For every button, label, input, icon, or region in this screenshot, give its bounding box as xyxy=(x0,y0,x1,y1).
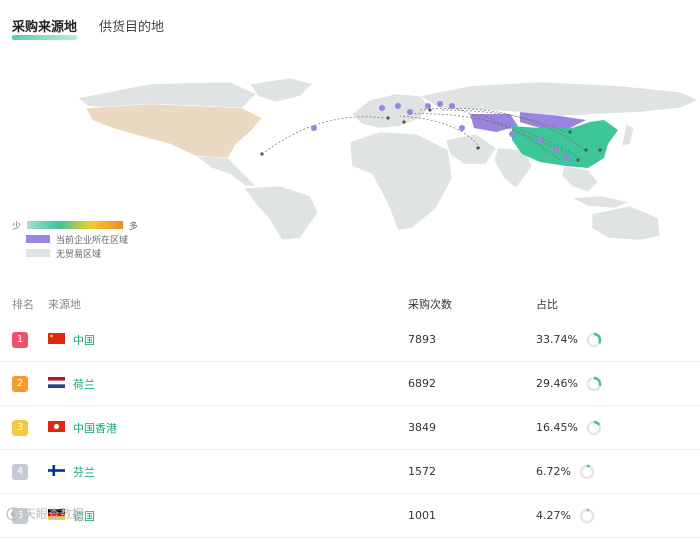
rank-badge: 1 xyxy=(12,331,28,348)
header-rank: 排名 xyxy=(12,298,34,311)
table-row[interactable]: 4 芬兰 1572 6.72% xyxy=(0,450,700,494)
africa-shape xyxy=(349,131,453,231)
table-row[interactable]: 1 中国 7893 33.74% xyxy=(0,318,700,362)
share-cell: 33.74% xyxy=(536,332,700,348)
rank-cell: 1 xyxy=(0,331,48,348)
source-cell: 中国 xyxy=(48,332,408,348)
legend-region-swatch xyxy=(26,235,50,243)
count-cell: 6892 xyxy=(408,377,436,390)
legend-low-label: 少 xyxy=(12,221,22,232)
share-ring-icon xyxy=(579,508,595,523)
source-name-link[interactable]: 芬兰 xyxy=(73,464,95,480)
count-cell: 1001 xyxy=(408,509,436,522)
rank-badge: 4 xyxy=(12,463,28,480)
south-america-shape xyxy=(243,185,319,241)
southeast-asia-shape xyxy=(561,165,599,193)
share-ring-icon xyxy=(579,464,595,479)
europe-shape xyxy=(351,93,431,129)
watermark: 天眼查数据 xyxy=(6,505,84,522)
table-row[interactable]: 2 荷兰 6892 29.46% xyxy=(0,362,700,406)
world-map-svg xyxy=(77,77,699,241)
hk-flag-icon xyxy=(48,420,73,435)
rank-badge: 3 xyxy=(12,419,28,436)
greenland-shape xyxy=(249,77,313,103)
header-source: 来源地 xyxy=(48,298,81,311)
source-name-link[interactable]: 中国 xyxy=(73,332,95,348)
legend-notrade-label: 无贸易区域 xyxy=(56,249,102,260)
table-body: 1 中国 7893 33.74% 2 荷兰 6892 29.46% 3 中国香港 3849 16.45… xyxy=(0,318,700,538)
source-cell: 芬兰 xyxy=(48,464,408,480)
watermark-text: 天眼查数据 xyxy=(24,507,85,521)
tab-supply-destination[interactable]: 供货目的地 xyxy=(99,18,164,42)
legend-gradient-bar xyxy=(27,221,124,229)
australia-shape xyxy=(591,205,661,241)
share-value: 16.45% xyxy=(536,421,578,434)
rank-badge: 2 xyxy=(12,375,28,392)
world-trade-map[interactable] xyxy=(0,70,700,241)
russia-shape xyxy=(419,81,699,117)
legend-region-row: 当前企业所在区域 xyxy=(12,232,138,246)
legend-scale-row: 少 多 xyxy=(12,218,138,232)
legend-notrade-swatch xyxy=(26,249,50,257)
mexico-central-america-shape xyxy=(195,155,257,187)
table-row[interactable]: 5 德国 1001 4.27% xyxy=(0,494,700,538)
source-table: 排名 来源地 采购次数 占比 1 中国 7893 33.74% 2 荷兰 6892 29.46… xyxy=(0,290,700,538)
table-header: 排名 来源地 采购次数 占比 xyxy=(0,290,700,318)
fi-flag-icon xyxy=(48,464,73,479)
source-cell: 荷兰 xyxy=(48,376,408,392)
source-name-link[interactable]: 荷兰 xyxy=(73,376,95,392)
share-ring-icon xyxy=(586,332,602,347)
share-cell: 29.46% xyxy=(536,376,700,392)
indonesia-shape xyxy=(570,195,629,209)
legend-notrade-row: 无贸易区域 xyxy=(12,246,138,260)
header-count: 采购次数 xyxy=(408,298,452,311)
share-cell: 6.72% xyxy=(536,464,700,480)
count-cell: 7893 xyxy=(408,333,436,346)
rank-cell: 2 xyxy=(0,375,48,392)
share-cell: 4.27% xyxy=(536,508,700,524)
source-cell: 中国香港 xyxy=(48,420,408,436)
eye-logo-icon xyxy=(6,506,20,521)
japan-shape xyxy=(621,123,635,147)
share-value: 4.27% xyxy=(536,509,571,522)
rank-cell: 4 xyxy=(0,463,48,480)
share-value: 29.46% xyxy=(536,377,578,390)
legend-region-label: 当前企业所在区域 xyxy=(56,235,129,246)
tab-purchase-source[interactable]: 采购来源地 xyxy=(12,18,78,42)
cn-flag-icon xyxy=(48,332,73,347)
north-america-north-shape xyxy=(77,81,257,109)
share-value: 6.72% xyxy=(536,465,571,478)
share-ring-icon xyxy=(586,376,602,391)
table-row[interactable]: 3 中国香港 3849 16.45% xyxy=(0,406,700,450)
share-cell: 16.45% xyxy=(536,420,700,436)
source-name-link[interactable]: 中国香港 xyxy=(73,420,117,436)
source-tabs: 采购来源地 供货目的地 xyxy=(12,18,164,42)
nl-flag-icon xyxy=(48,376,73,391)
count-cell: 1572 xyxy=(408,465,436,478)
share-value: 33.74% xyxy=(536,333,578,346)
count-cell: 3849 xyxy=(408,421,436,434)
share-ring-icon xyxy=(586,420,602,435)
source-cell: 德国 xyxy=(48,508,408,524)
legend-high-label: 多 xyxy=(129,221,139,232)
header-share: 占比 xyxy=(536,298,558,311)
usa-canada-shape xyxy=(85,103,263,159)
map-legend: 少 多 当前企业所在区域 无贸易区域 xyxy=(12,218,138,260)
rank-cell: 3 xyxy=(0,419,48,436)
